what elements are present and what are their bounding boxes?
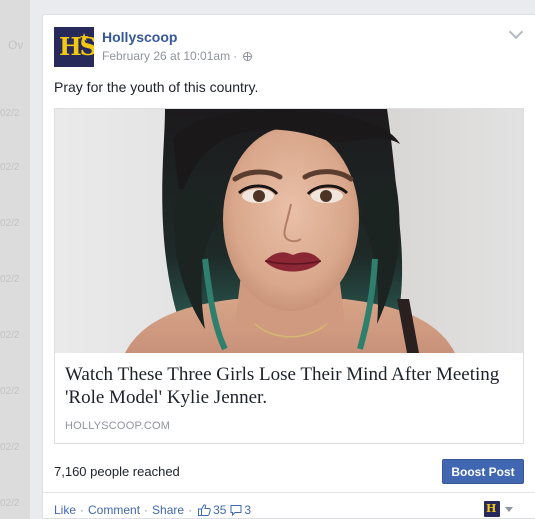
post-text: Pray for the youth of this country. (54, 79, 259, 95)
caret-down-icon[interactable] (505, 507, 513, 512)
sidebar-row: 02/2 (0, 498, 20, 509)
sidebar-row: 02/2 (0, 442, 20, 453)
page-name-link[interactable]: Hollyscoop (102, 29, 177, 45)
sidebar-row: 02/2 (0, 274, 20, 285)
sidebar-row: 02/2 (0, 386, 20, 397)
share-link[interactable]: Share (152, 503, 184, 517)
sidebar-row: 02/2 (0, 218, 20, 229)
hollyscoop-logo-icon[interactable]: HS ★ (54, 27, 94, 67)
sidebar-row: 02/2 (0, 108, 20, 119)
comment-link[interactable]: Comment (88, 503, 140, 517)
sidebar-row: 02/2 (0, 162, 20, 173)
comment-count[interactable]: 3 (244, 503, 251, 517)
portrait-photo (125, 109, 455, 353)
link-preview[interactable]: Watch These Three Girls Lose Their Mind … (54, 108, 524, 444)
thumbs-up-icon[interactable] (198, 504, 211, 516)
like-count[interactable]: 35 (213, 503, 226, 517)
page-avatar-icon[interactable]: H (484, 501, 500, 517)
link-title[interactable]: Watch These Three Girls Lose Their Mind … (65, 363, 505, 409)
post-card: HS ★ Hollyscoop February 26 at 10:01am · … (42, 14, 535, 519)
separator: · (144, 503, 149, 517)
sidebar-row: 02/2 (0, 330, 20, 341)
background-gap (30, 0, 42, 519)
reach-count[interactable]: 7,160 people reached (54, 464, 180, 479)
like-link[interactable]: Like (54, 503, 76, 517)
post-meta: February 26 at 10:01am · (102, 49, 253, 63)
globe-icon[interactable] (243, 51, 253, 61)
post-timestamp[interactable]: February 26 at 10:01am (102, 49, 230, 63)
link-domain: HOLLYSCOOP.COM (65, 420, 171, 432)
comment-bubble-icon[interactable] (230, 504, 242, 516)
link-image[interactable] (55, 109, 523, 353)
divider (43, 492, 535, 493)
separator: · (188, 503, 193, 517)
background-left-strip: Ov 02/2 02/2 02/2 02/2 02/2 02/2 02/2 02… (0, 0, 30, 519)
chevron-down-icon[interactable] (508, 24, 524, 40)
boost-post-button[interactable]: Boost Post (442, 459, 524, 484)
meta-separator: · (233, 49, 238, 63)
separator: · (80, 503, 85, 517)
action-bar: Like · Comment · Share · 35 3 (54, 503, 251, 517)
